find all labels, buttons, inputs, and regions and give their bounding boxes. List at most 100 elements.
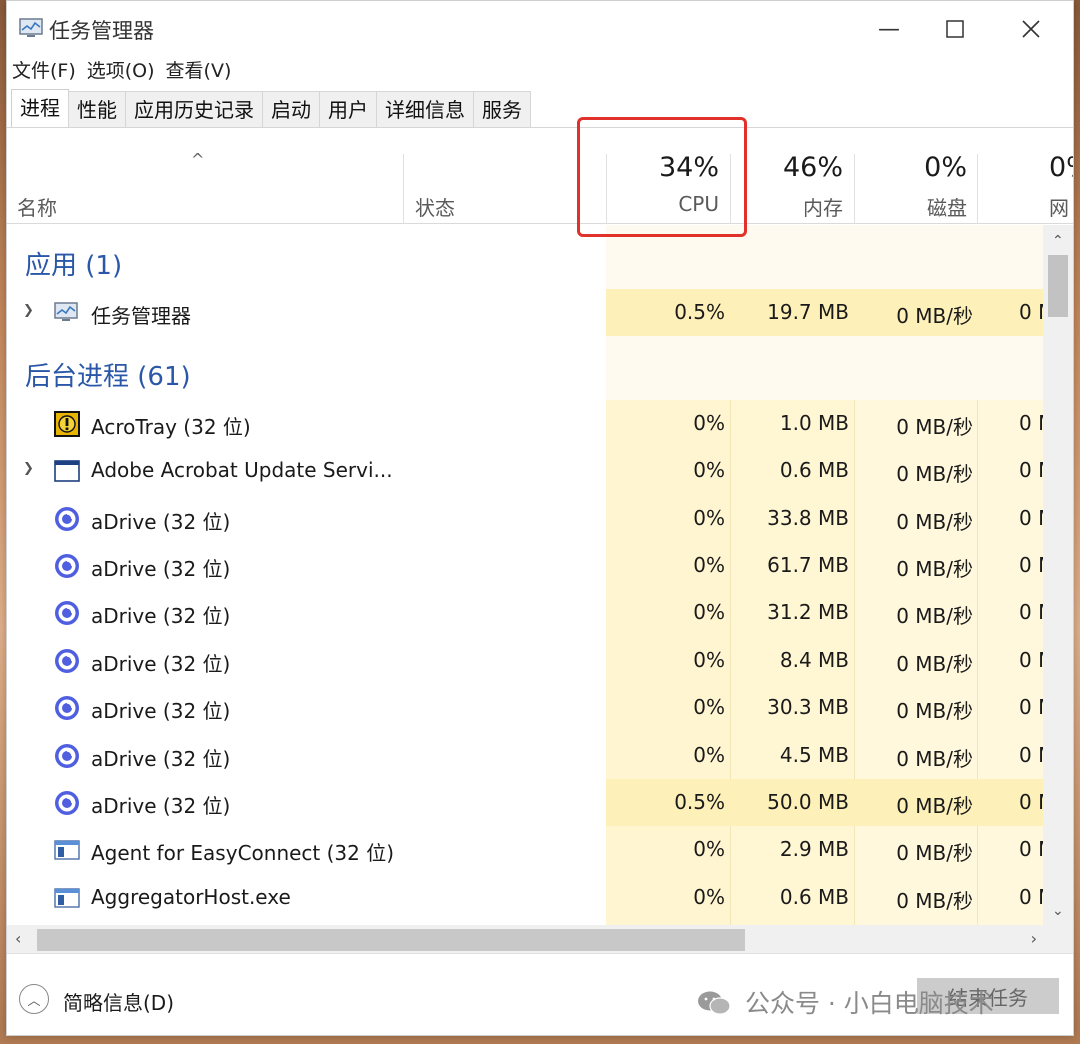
memory-value: 0.6 MB xyxy=(779,885,849,909)
tab-app-history[interactable]: 应用历史记录 xyxy=(125,91,263,127)
tab-users[interactable]: 用户 xyxy=(319,91,377,127)
menu-view[interactable]: 查看(V) xyxy=(161,57,238,85)
process-name: aDrive (32 位) xyxy=(91,794,231,818)
network-value: 0 M xyxy=(1019,885,1043,909)
adrive-icon xyxy=(53,552,81,580)
disk-value: 0 MB/秒 xyxy=(896,304,973,328)
cpu-value: 0% xyxy=(693,506,725,530)
column-memory[interactable]: 内存 xyxy=(803,192,843,221)
scrollbar-corner xyxy=(1043,925,1073,953)
chevron-right-icon[interactable]: ❯ xyxy=(23,461,34,476)
cpu-highlight-annotation xyxy=(577,117,747,237)
column-name[interactable]: 名称 xyxy=(17,192,57,221)
network-value: 0 M xyxy=(1019,648,1043,672)
disk-value: 0 MB/秒 xyxy=(896,699,973,723)
menu-file[interactable]: 文件(F) xyxy=(7,57,82,85)
network-value: 0 M xyxy=(1019,790,1043,814)
table-row[interactable]: ❯ 任务管理器 0.5% 19.7 MB 0 MB/秒 0 M xyxy=(7,289,1043,336)
scroll-down-icon[interactable]: ⌄ xyxy=(1052,903,1064,919)
disk-total-percent[interactable]: 0% xyxy=(924,152,967,183)
network-value: 0 M xyxy=(1019,411,1043,435)
network-total-percent[interactable]: 0% xyxy=(1049,152,1073,183)
horizontal-scrollbar[interactable]: ‹ › xyxy=(7,925,1043,953)
maximize-icon xyxy=(946,20,964,38)
process-name: Adobe Acrobat Update Servi... xyxy=(91,458,393,482)
column-network[interactable]: 网络 xyxy=(1049,192,1073,224)
memory-value: 8.4 MB xyxy=(779,648,849,672)
app-window-icon xyxy=(53,836,81,864)
group-header-background[interactable]: 后台进程 (61) xyxy=(7,336,1043,400)
tab-performance[interactable]: 性能 xyxy=(68,91,126,127)
group-header-apps[interactable]: 应用 (1) xyxy=(7,225,1043,289)
network-value: 0 M xyxy=(1019,837,1043,861)
table-row[interactable]: aDrive (32 位) 0% 33.8 MB 0 MB/秒 0 M xyxy=(7,495,1043,542)
menu-options[interactable]: 选项(O) xyxy=(82,57,161,85)
window-title: 任务管理器 xyxy=(49,19,154,43)
disk-value: 0 MB/秒 xyxy=(896,604,973,628)
memory-value: 31.2 MB xyxy=(767,600,849,624)
table-row[interactable]: aDrive (32 位) 0% 31.2 MB 0 MB/秒 0 M xyxy=(7,589,1043,636)
process-name: aDrive (32 位) xyxy=(91,557,231,581)
adrive-icon xyxy=(53,742,81,770)
table-row[interactable]: aDrive (32 位) 0.5% 50.0 MB 0 MB/秒 0 M xyxy=(7,779,1043,826)
horizontal-scroll-thumb[interactable] xyxy=(37,929,745,951)
adrive-icon xyxy=(53,647,81,675)
column-separator xyxy=(977,154,978,224)
tab-startup[interactable]: 启动 xyxy=(262,91,320,127)
network-value: 0 M xyxy=(1019,743,1043,767)
close-icon xyxy=(1022,20,1040,38)
table-row[interactable]: Agent for EasyConnect (32 位) 0% 2.9 MB 0 MB… xyxy=(7,826,1043,873)
column-status[interactable]: 状态 xyxy=(415,192,455,221)
memory-value: 33.8 MB xyxy=(767,506,849,530)
memory-value: 0.6 MB xyxy=(779,458,849,482)
menu-bar: 文件(F) 选项(O) 查看(V) xyxy=(7,57,237,85)
disk-value: 0 MB/秒 xyxy=(896,747,973,771)
chevron-right-icon[interactable]: ❯ xyxy=(23,303,34,318)
scroll-up-icon[interactable]: ⌃ xyxy=(1052,233,1064,249)
close-button[interactable] xyxy=(1003,9,1059,49)
table-row[interactable]: AcroTray (32 位) 0% 1.0 MB 0 MB/秒 0 M xyxy=(7,400,1043,447)
fewer-details-button[interactable]: ︿ xyxy=(19,984,49,1014)
network-value: 0 M xyxy=(1019,506,1043,530)
disk-value: 0 MB/秒 xyxy=(896,415,973,439)
acrotray-icon xyxy=(53,410,81,438)
table-row[interactable]: aDrive (32 位) 0% 8.4 MB 0 MB/秒 0 M xyxy=(7,637,1043,684)
network-value: 0 M xyxy=(1019,300,1043,324)
fewer-details-label[interactable]: 简略信息(D) xyxy=(63,987,174,1016)
footer-bar: ︿ 简略信息(D) 结束任务 公众号 · 小白电脑技术 xyxy=(7,953,1073,1035)
column-separator xyxy=(403,154,404,224)
vertical-scrollbar[interactable]: ⌃ ⌄ xyxy=(1043,225,1073,925)
network-column-clip: 0% 网络 xyxy=(987,128,1073,224)
disk-value: 0 MB/秒 xyxy=(896,794,973,818)
table-row[interactable]: aDrive (32 位) 0% 4.5 MB 0 MB/秒 0 M xyxy=(7,732,1043,779)
vertical-scroll-thumb[interactable] xyxy=(1048,255,1068,317)
memory-value: 4.5 MB xyxy=(779,743,849,767)
tab-processes[interactable]: 进程 xyxy=(11,89,69,127)
disk-value: 0 MB/秒 xyxy=(896,510,973,534)
table-row[interactable]: ❯ Adobe Acrobat Update Servi... 0% 0.6 MB 0 … xyxy=(7,447,1043,494)
memory-total-percent[interactable]: 46% xyxy=(783,152,843,183)
memory-value: 2.9 MB xyxy=(779,837,849,861)
minimize-button[interactable]: — xyxy=(861,9,917,49)
table-row[interactable]: aDrive (32 位) 0% 61.7 MB 0 MB/秒 0 M xyxy=(7,542,1043,589)
process-name: aDrive (32 位) xyxy=(91,699,231,723)
tab-services[interactable]: 服务 xyxy=(473,91,531,127)
scroll-right-icon[interactable]: › xyxy=(1031,929,1037,948)
maximize-button[interactable] xyxy=(927,9,983,49)
watermark-text: 公众号 · 小白电脑技术 xyxy=(744,989,994,1018)
table-row[interactable]: AggregatorHost.exe 0% 0.6 MB 0 MB/秒 0 M xyxy=(7,874,1043,921)
adrive-icon xyxy=(53,505,81,533)
tab-details[interactable]: 详细信息 xyxy=(376,91,474,127)
disk-value: 0 MB/秒 xyxy=(896,557,973,581)
cpu-value: 0% xyxy=(693,458,725,482)
disk-value: 0 MB/秒 xyxy=(896,841,973,865)
tab-bar: 进程 性能 应用历史记录 启动 用户 详细信息 服务 xyxy=(11,89,531,127)
scroll-left-icon[interactable]: ‹ xyxy=(15,929,21,948)
task-manager-icon xyxy=(19,18,43,37)
column-disk[interactable]: 磁盘 xyxy=(927,192,967,221)
memory-value: 19.7 MB xyxy=(767,300,849,324)
disk-value: 0 MB/秒 xyxy=(896,462,973,486)
column-header: ^ 名称 状态 34% CPU 46% 内存 0% 磁盘 0% 网络 xyxy=(7,128,1073,224)
table-row[interactable]: aDrive (32 位) 0% 30.3 MB 0 MB/秒 0 M xyxy=(7,684,1043,731)
process-name: aDrive (32 位) xyxy=(91,747,231,771)
